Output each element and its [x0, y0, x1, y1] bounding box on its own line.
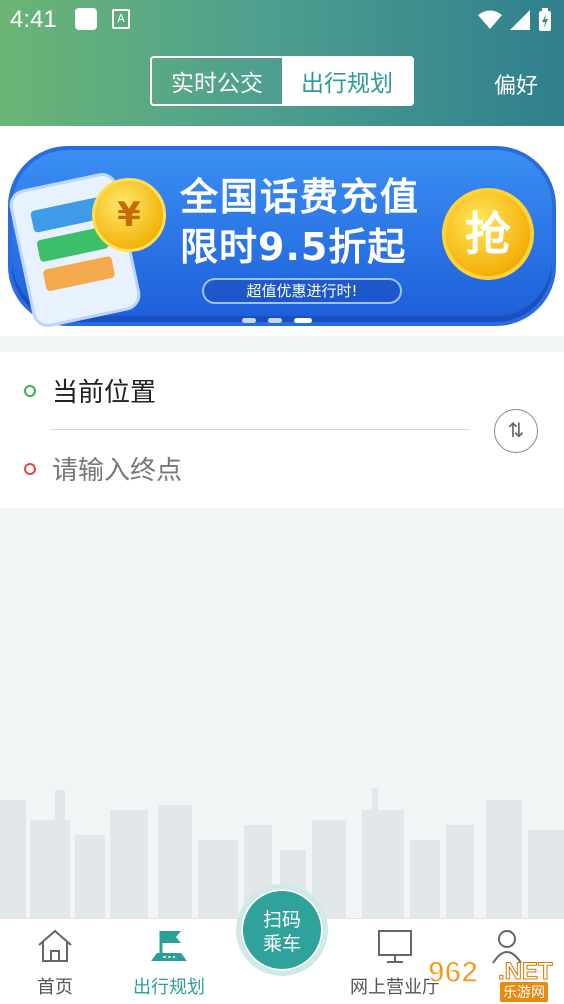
carousel-dot [268, 318, 282, 323]
nav-home-label: 首页 [37, 977, 73, 998]
origin-field[interactable]: 当前位置 [0, 352, 480, 430]
banner-subtitle: 超值优惠进行时! [202, 278, 402, 304]
signal-icon [510, 10, 530, 30]
banner-carousel[interactable]: ¥ 全国话费充值 限时9.5折起 超值优惠进行时! 抢 [0, 126, 564, 336]
app-header: 4:41 A 实时公交 出行规划 偏好 [0, 0, 564, 126]
font-icon: A [112, 9, 130, 29]
nav-trip-plan[interactable]: 出行规划 [114, 919, 224, 1004]
promo-banner[interactable]: ¥ 全国话费充值 限时9.5折起 超值优惠进行时! 抢 [6, 146, 556, 330]
site-watermark-logo: 962 .NET 乐游网 [427, 955, 558, 1002]
nav-trip-plan-label: 出行规划 [133, 977, 205, 998]
tab-trip-planning[interactable]: 出行规划 [282, 58, 412, 104]
swap-icon[interactable]: ⇅ [494, 409, 538, 453]
home-icon [38, 929, 72, 962]
preference-button[interactable]: 偏好 [494, 68, 538, 100]
wifi-icon [478, 10, 502, 29]
grab-button[interactable]: 抢 [442, 188, 534, 280]
route-planner: 当前位置 请输入终点 ⇅ [0, 352, 564, 508]
battery-icon [539, 8, 551, 31]
carousel-dot [242, 318, 256, 323]
scan-to-ride-button[interactable]: 扫码 乘车 [236, 884, 328, 976]
origin-text: 当前位置 [52, 378, 157, 408]
destination-field[interactable]: 请输入终点 [0, 430, 480, 508]
scan-label-line1: 扫码 [262, 909, 301, 931]
status-time: 4:41 [10, 6, 57, 33]
mode-tabs: 实时公交 出行规划 [150, 56, 414, 106]
trip-plan-icon [151, 931, 187, 961]
coin-icon: ¥ [92, 178, 166, 252]
status-bar: 4:41 A [0, 0, 564, 40]
monitor-icon [378, 930, 412, 963]
destination-dot-icon [24, 463, 36, 475]
carousel-indicator [242, 318, 312, 323]
watermark-main: 962 [427, 955, 479, 990]
origin-dot-icon [24, 385, 36, 397]
tab-realtime-bus[interactable]: 实时公交 [152, 58, 282, 104]
notification-icon [75, 8, 97, 30]
status-icons [478, 8, 552, 32]
banner-title: 全国话费充值 [180, 175, 421, 219]
watermark-sub: 乐游网 [500, 982, 548, 1002]
destination-placeholder: 请输入终点 [52, 456, 183, 486]
scan-label-line2: 乘车 [262, 933, 301, 955]
banner-discount: 限时9.5折起 [180, 225, 407, 269]
carousel-dot-active [294, 318, 312, 323]
nav-home[interactable]: 首页 [0, 919, 110, 1004]
